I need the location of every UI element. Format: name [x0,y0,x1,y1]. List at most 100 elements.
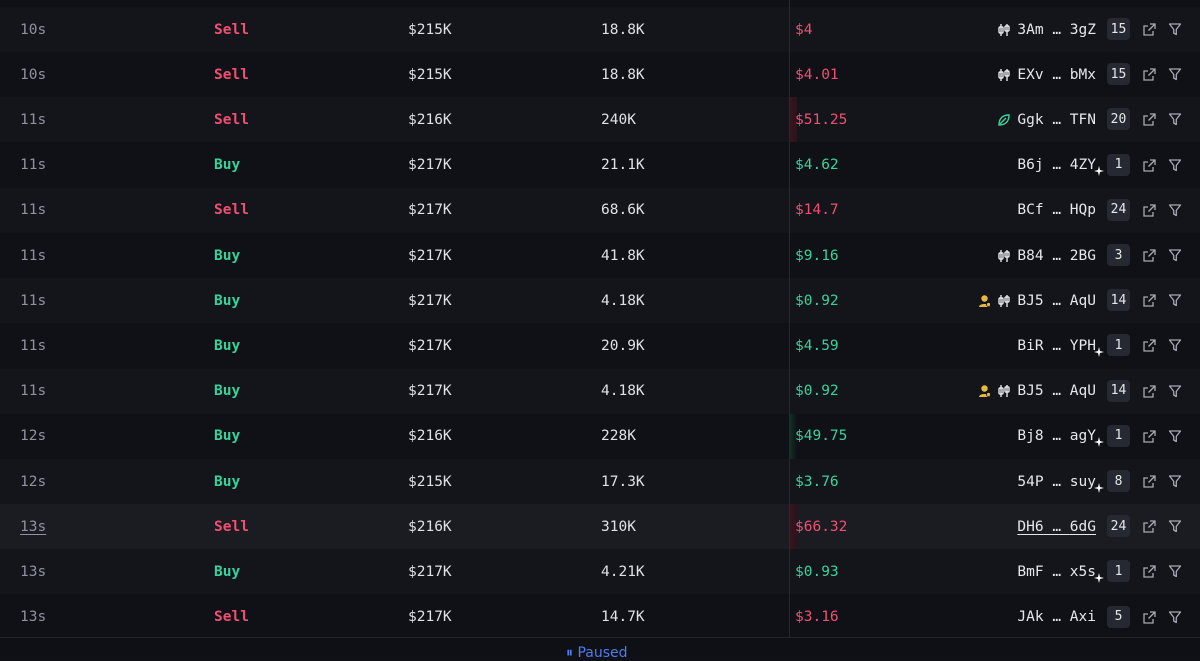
maker-cell[interactable]: BCf … HQp [1017,188,1096,233]
trade-amount: 228K [601,428,636,445]
sparkle-icon [1094,481,1104,493]
trade-total-usd: $3.16 [795,595,839,640]
filter-icon[interactable] [1168,67,1182,81]
filter-icon[interactable] [1168,338,1182,352]
maker-cell[interactable]: B6j … 4ZY [1017,143,1104,188]
sparkle-icon [1094,345,1104,357]
trade-amount: 41.8K [601,247,645,264]
table-row[interactable]: 12s Buy $216K 228K $49.75 Bj8 … agY 1 [0,413,1200,459]
external-link-icon[interactable] [1142,474,1157,489]
external-link-icon[interactable] [1142,429,1157,444]
maker-cell[interactable]: BmF … x5s [1017,549,1104,594]
table-row[interactable]: 11s Buy $217K 4.18K $0.92 BJ5 … AqU 14 [0,278,1200,324]
table-row[interactable]: 13s Sell $216K 310K $66.32 DH6 … 6dG 24 [0,504,1200,550]
filter-icon[interactable] [1168,519,1182,533]
table-row[interactable]: 13s Sell $217K 14.7K $3.16 JAk … Axi 5 [0,594,1200,640]
maker-address[interactable]: B6j … 4ZY [1017,157,1104,177]
trade-age: 12s [20,473,47,490]
filter-icon[interactable] [1168,474,1182,488]
maker-address[interactable]: 3Am … 3gZ [1017,22,1096,38]
trade-total-usd: $49.75 [795,414,847,459]
maker-cell[interactable]: JAk … Axi [1017,595,1096,640]
external-link-icon[interactable] [1142,67,1157,82]
maker-address[interactable]: EXv … bMx [1017,67,1096,83]
table-row[interactable]: 11s Sell $217K 68.6K $14.7 BCf … HQp 24 [0,187,1200,233]
table-row[interactable]: 11s Buy $217K 41.8K $9.16 B84 … 2BG 3 [0,233,1200,278]
external-link-icon[interactable] [1142,112,1157,127]
trade-count-badge: 24 [1107,198,1130,221]
maker-address[interactable]: BJ5 … AqU [1017,383,1096,399]
maker-address[interactable]: Ggk … TFN [1017,112,1096,128]
trade-type: Sell [214,111,249,128]
filter-icon[interactable] [1168,293,1182,307]
filter-icon[interactable] [1168,112,1182,126]
maker-cell[interactable]: DH6 … 6dG [1017,504,1096,549]
maker-address[interactable]: BCf … HQp [1017,202,1096,218]
maker-cell[interactable]: Bj8 … agY [1017,414,1104,459]
maker-address[interactable]: BiR … YPH [1017,338,1104,357]
external-link-icon[interactable] [1142,564,1157,579]
table-row[interactable]: 11s Sell $216K 240K $51.25 Ggk … TFN 20 [0,97,1200,143]
external-link-icon[interactable] [1142,248,1157,263]
table-row[interactable]: 10s Sell $215K 18.8K $4.01 EXv … bMx 15 [0,52,1200,98]
maker-address[interactable]: DH6 … 6dG [1017,519,1096,535]
market-cap: $216K [408,111,452,128]
maker-cell[interactable]: 54P … suy [1017,459,1104,504]
maker-cell[interactable]: 3Am … 3gZ [997,7,1096,52]
filter-icon[interactable] [1168,564,1182,578]
external-link-icon[interactable] [1142,338,1157,353]
maker-address[interactable]: B84 … 2BG [1017,248,1096,264]
maker-cell[interactable]: Ggk … TFN [997,97,1096,142]
trade-total-value: $0.93 [795,563,839,580]
trades-table: 13s Sell $217K 14.7K $3.16 JAk … Axi 5 13s Buy $2… [0,0,1200,661]
table-row[interactable]: 11s Buy $217K 21.1K $4.62 B6j … 4ZY 1 [0,142,1200,188]
maker-prefix: BJ5 [1017,292,1044,309]
address-ellipsis: … [1043,383,1070,400]
trade-count-badge: 5 [1107,605,1130,628]
external-link-icon[interactable] [1142,384,1157,399]
table-row[interactable]: 11s Buy $217K 4.18K $0.92 BJ5 … AqU 14 [0,368,1200,414]
address-ellipsis: … [1043,563,1070,580]
trade-count-badge: 24 [1107,515,1130,538]
table-row[interactable]: 13s Buy $217K 4.21K $0.93 BmF … x5s 1 [0,549,1200,595]
external-link-icon[interactable] [1142,22,1157,37]
maker-address[interactable]: BmF … x5s [1017,563,1104,583]
external-link-icon[interactable] [1142,610,1157,625]
maker-address[interactable]: JAk … Axi [1017,609,1096,625]
paused-indicator[interactable]: ⏸ Paused [566,645,628,661]
maker-prefix: Bj8 [1017,428,1044,445]
candle-icon [997,23,1011,37]
filter-icon[interactable] [1168,22,1182,36]
trade-type: Sell [214,202,249,219]
filter-icon[interactable] [1168,203,1182,217]
external-link-icon[interactable] [1142,293,1157,308]
trade-count-badge: 1 [1107,153,1130,176]
trade-count-badge: 8 [1107,470,1130,492]
filter-icon[interactable] [1168,248,1182,262]
table-row[interactable]: 10s Sell $215K 18.8K $4 3Am … 3gZ 15 [0,7,1200,52]
filter-icon[interactable] [1168,610,1182,624]
maker-address[interactable]: BJ5 … AqU [1017,293,1096,309]
sparkle-icon [1094,435,1104,448]
external-link-icon[interactable] [1142,519,1157,534]
maker-cell[interactable]: BiR … YPH [1017,323,1104,368]
table-row[interactable]: 12s Buy $215K 17.3K $3.76 54P … suy 8 [0,459,1200,504]
trade-count-badge: 15 [1107,63,1130,86]
total-column-divider [789,0,790,637]
maker-prefix: BmF [1017,563,1044,580]
trade-age: 11s [20,157,47,174]
maker-address[interactable]: 54P … suy [1017,474,1104,493]
trade-type: Buy [214,428,241,445]
table-row[interactable]: 11s Buy $217K 20.9K $4.59 BiR … YPH 1 [0,323,1200,369]
external-link-icon[interactable] [1142,203,1157,218]
filter-icon[interactable] [1168,158,1182,172]
filter-icon[interactable] [1168,384,1182,398]
maker-cell[interactable]: EXv … bMx [997,52,1096,97]
maker-address[interactable]: Bj8 … agY [1017,428,1104,448]
market-cap: $217K [408,202,452,219]
maker-cell[interactable]: BJ5 … AqU [978,369,1096,414]
maker-cell[interactable]: B84 … 2BG [997,233,1096,278]
filter-icon[interactable] [1168,429,1182,443]
external-link-icon[interactable] [1142,158,1157,173]
maker-cell[interactable]: BJ5 … AqU [978,278,1096,323]
